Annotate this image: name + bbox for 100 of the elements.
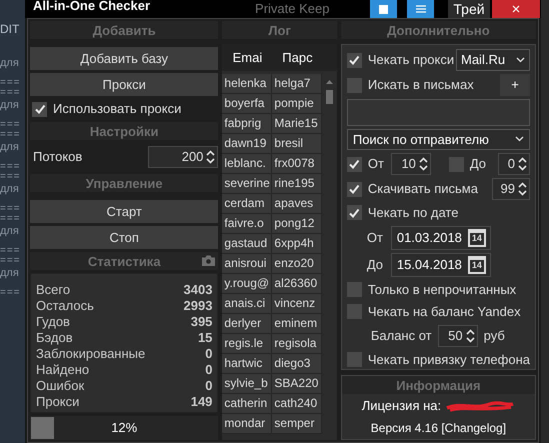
date-field[interactable]: 01.03.2018 14 [390,226,491,250]
table-cell: SBA220 [272,374,322,393]
window-title: All-in-One Checker [33,0,150,12]
scroll-up-icon[interactable] [326,80,333,84]
checkbox[interactable] [346,156,362,172]
menu-button[interactable] [407,0,434,18]
table-cell: regis.le [222,334,272,353]
table-cell: mondar [222,414,272,433]
background-text: === [0,214,22,224]
up-down-arrows-icon[interactable] [518,157,527,171]
text-area[interactable] [346,99,530,126]
stat-label: Прокси [36,393,80,412]
checkbox-label: От [368,155,384,174]
table-cell: sylvie_b [222,374,272,393]
checkbox-label: Чекать прокси [368,51,454,70]
up-down-arrows-icon[interactable] [518,182,527,196]
stat-value: 149 [190,393,212,412]
table-cell: faivre.o [222,214,272,233]
number-spinner[interactable]: 0 [498,153,530,175]
checkbox[interactable] [346,205,362,220]
background-text: === [0,256,22,266]
action-button[interactable]: Добавить базу [30,47,218,70]
background-text: === [0,162,22,172]
checkbox[interactable] [346,78,362,92]
table-cell: cath240 [272,394,322,413]
stat-label: Осталось [36,297,94,316]
stat-value: 15 [198,329,212,348]
table-cell: diego3 [272,354,322,373]
column-header[interactable]: Парс [272,48,322,68]
checkbox-label: Чекать привязку телефона [368,350,530,369]
checkbox-label: Только в непрочитанных [368,280,516,299]
table-cell: derlyer [222,314,272,333]
stat-label: Найдено [36,361,90,380]
search-mode-dropdown[interactable]: Поиск по отправителю [346,128,530,150]
checkbox[interactable] [448,156,464,172]
table-cell: Marie15 [272,114,322,133]
action-button[interactable]: Стоп [30,226,218,249]
section-title: Лог [268,24,291,36]
stat-value: 2993 [184,297,212,316]
section-title: Управление [86,176,163,190]
checkbox[interactable] [32,102,47,116]
background-text: === [0,204,22,214]
up-down-arrows-icon[interactable] [418,157,428,171]
table-cell: leblanc. [222,154,272,173]
stat-label: Всего [36,281,70,300]
table-cell: gastaud [222,234,272,253]
stat-value: 0 [205,361,212,380]
version-text[interactable]: Версия 4.16 [Changelog] [370,418,506,437]
table-cell: regisola [272,334,322,353]
checkbox[interactable] [346,282,362,297]
table-cell: cerdam [222,194,272,213]
calendar-button[interactable]: 14 [468,228,486,246]
background-text: Private Keep [255,2,330,15]
up-down-arrows-icon[interactable] [466,328,475,342]
tray-button[interactable]: Трей [448,0,490,18]
table-cell: pompie [272,94,322,113]
column-header[interactable]: Emai [222,48,272,68]
table-cell: helenka [222,74,272,93]
checkbox-label: Искать в письмах [368,76,474,94]
background-text: === [0,88,22,98]
table-cell: apaves [272,194,322,213]
checkbox-label: Чекать по дате [368,204,458,222]
background-text: для [0,182,20,197]
number-spinner[interactable]: 200 [148,146,218,168]
checkbox[interactable] [346,304,362,320]
table-cell: anais.ci [222,294,272,313]
number-spinner[interactable]: 50 [438,324,478,346]
date-label: От [366,228,384,247]
progress-text: 12% [111,419,138,438]
add-button[interactable]: + [500,74,530,96]
number-spinner[interactable]: 99 [492,178,530,200]
up-down-arrows-icon[interactable] [206,150,216,164]
window-button[interactable] [370,0,397,18]
checkbox-label: Использовать прокси [53,100,182,118]
calendar-button[interactable]: 14 [468,256,486,274]
close-button[interactable]: × [492,0,540,18]
checkbox[interactable] [346,352,362,367]
camera-icon[interactable] [202,255,216,266]
stat-label: Ошибок [36,377,84,396]
checkbox[interactable] [346,182,362,196]
date-field[interactable]: 15.04.2018 14 [390,252,491,276]
table-cell: fabprig [222,114,272,133]
threads-label: Потоков [33,148,82,166]
table-cell: rine195 [272,174,322,193]
table-cell: hartwic [222,354,272,373]
chevron-down-icon [516,57,525,63]
table-cell: catherin [222,394,272,413]
date-label: До [366,256,384,274]
scrollbar-thumb[interactable] [326,90,333,104]
table-cell: pong12 [272,214,322,233]
background-text: === [0,130,22,140]
redaction-scribble [445,400,516,412]
stat-value: 0 [205,377,212,396]
number-spinner[interactable]: 10 [390,153,431,175]
action-button[interactable]: Прокси [30,73,218,96]
action-button[interactable]: Старт [30,200,218,223]
menu-icon [416,5,426,13]
table-cell: eminem [272,314,322,333]
checkbox[interactable] [346,52,362,68]
service-dropdown[interactable]: Mail.Ru [456,49,530,71]
